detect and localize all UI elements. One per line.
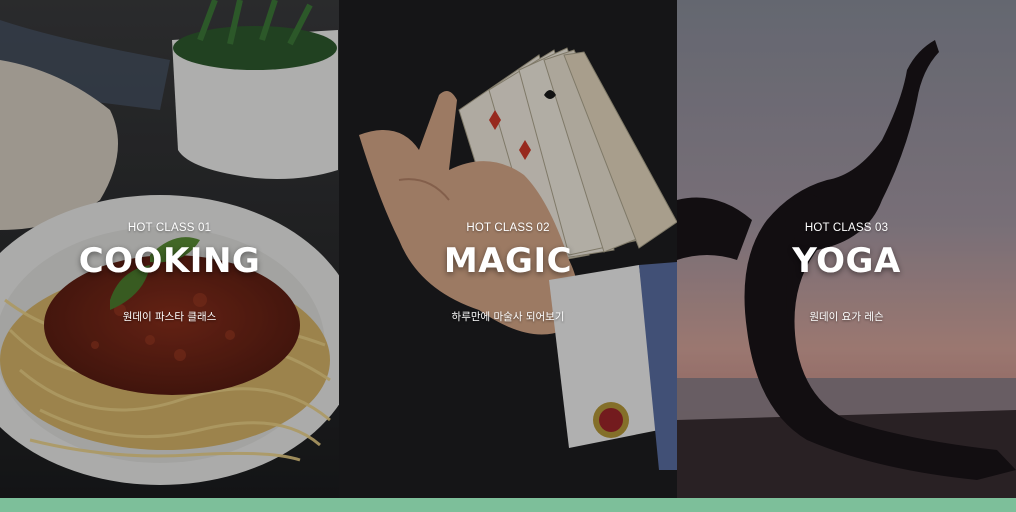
class-description: 원데이 파스타 클래스 (122, 311, 217, 323)
class-description: 원데이 요가 레슨 (809, 311, 884, 323)
class-tag: HOT CLASS 03 (804, 222, 889, 234)
hot-class-gallery: HOT CLASS 01 COOKING 원데이 파스타 클래스 HOT CLA… (0, 0, 1016, 498)
class-card-cooking[interactable]: HOT CLASS 01 COOKING 원데이 파스타 클래스 (0, 0, 339, 498)
bottom-accent-bar (0, 498, 1016, 512)
class-description: 하루만에 마술사 되어보기 (451, 311, 565, 323)
class-caption: HOT CLASS 01 COOKING 원데이 파스타 클래스 (0, 221, 339, 324)
class-title: COOKING (78, 241, 261, 281)
class-tag: HOT CLASS 02 (466, 222, 550, 234)
class-title: YOGA (792, 241, 901, 281)
class-tag: HOT CLASS 01 (127, 222, 212, 234)
class-title: MAGIC (443, 241, 573, 281)
class-caption: HOT CLASS 03 YOGA 원데이 요가 레슨 (677, 221, 1016, 324)
class-card-magic[interactable]: HOT CLASS 02 MAGIC 하루만에 마술사 되어보기 (339, 0, 677, 498)
class-caption: HOT CLASS 02 MAGIC 하루만에 마술사 되어보기 (339, 221, 677, 324)
class-card-yoga[interactable]: HOT CLASS 03 YOGA 원데이 요가 레슨 (677, 0, 1016, 498)
